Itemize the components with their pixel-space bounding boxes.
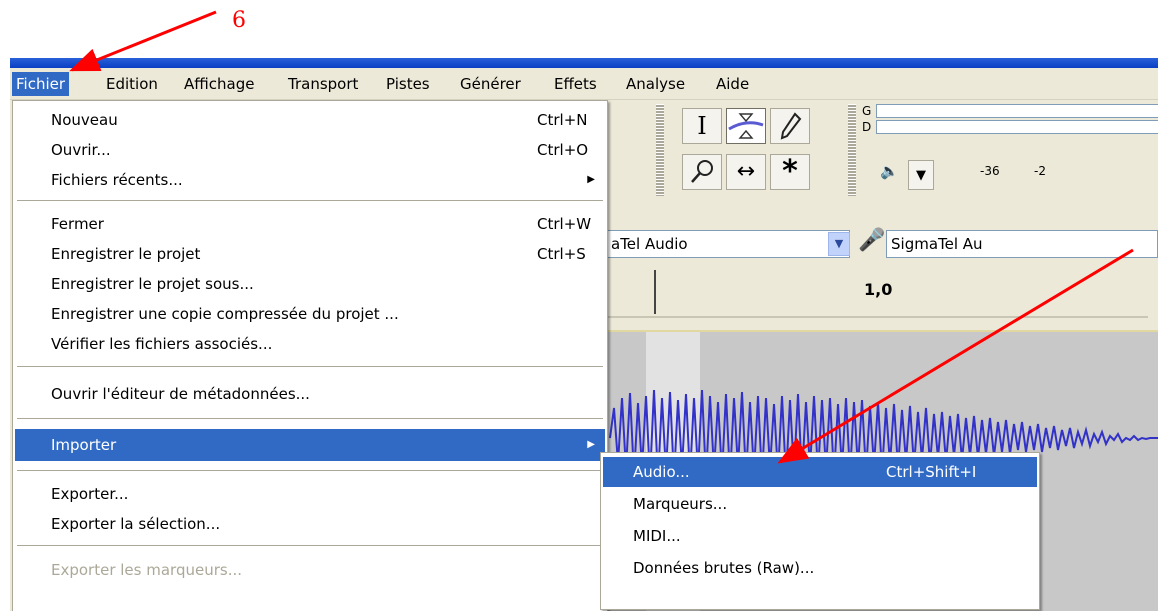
window-title-bar: [10, 58, 1158, 68]
menu-affichage[interactable]: Affichage: [180, 72, 258, 96]
envelope-icon: [728, 113, 764, 139]
menu-item-exporter[interactable]: Exporter...: [15, 479, 605, 509]
selection-tool-button[interactable]: I: [682, 108, 722, 144]
menu-item-label: Audio...: [633, 463, 690, 481]
envelope-tool-button[interactable]: [726, 108, 766, 144]
audacity-window: Fichier Edition Affichage Transport Pist…: [10, 68, 1158, 611]
menu-item-label: Ouvrir...: [51, 141, 111, 159]
menu-item-exporter-marqueurs: Exporter les marqueurs...: [15, 555, 605, 585]
menu-generer[interactable]: Générer: [456, 72, 525, 96]
meter-scale-2: -2: [1034, 164, 1046, 178]
menu-item-enregistrer[interactable]: Enregistrer le projet Ctrl+S: [15, 239, 605, 269]
menu-item-exporter-selection[interactable]: Exporter la sélection...: [15, 509, 605, 539]
meter-left-bar: [876, 104, 1158, 118]
menu-transport[interactable]: Transport: [284, 72, 362, 96]
menu-item-label: MIDI...: [633, 527, 681, 545]
menu-item-label: Enregistrer le projet sous...: [51, 275, 254, 293]
menu-pistes[interactable]: Pistes: [382, 72, 434, 96]
zoom-tool-button[interactable]: [682, 154, 722, 190]
multi-tool-button[interactable]: *: [770, 154, 810, 190]
menu-separator: [17, 366, 603, 368]
menu-item-ouvrir[interactable]: Ouvrir... Ctrl+O: [15, 135, 605, 165]
menu-item-nouveau[interactable]: Nouveau Ctrl+N: [15, 105, 605, 135]
menu-item-shortcut: Ctrl+O: [537, 141, 589, 159]
timeline-ruler[interactable]: 1,0: [600, 266, 1148, 318]
magnifier-icon: [691, 160, 713, 183]
speaker-icon[interactable]: 🔈: [880, 162, 899, 180]
menu-edition[interactable]: Edition: [102, 72, 162, 96]
menu-item-label: Exporter les marqueurs...: [51, 561, 243, 579]
timeshift-tool-button[interactable]: ↔: [726, 154, 766, 190]
menu-fichier[interactable]: Fichier: [12, 72, 70, 96]
playback-device-arrow[interactable]: ▼: [828, 232, 850, 256]
menu-item-label: Exporter la sélection...: [51, 515, 221, 533]
toolbar-grip[interactable]: [656, 104, 664, 196]
fichier-menu: Nouveau Ctrl+N Ouvrir... Ctrl+O Fichiers…: [12, 100, 608, 611]
menu-item-verifier[interactable]: Vérifier les fichiers associés...: [15, 329, 605, 359]
playback-device-select[interactable]: aTel Audio: [606, 230, 850, 258]
submenu-item-raw[interactable]: Données brutes (Raw)...: [603, 553, 1037, 583]
menu-separator: [17, 545, 603, 547]
menu-item-label: Nouveau: [51, 111, 118, 129]
submenu-item-midi[interactable]: MIDI...: [603, 521, 1037, 551]
annotation-label-6: 6: [232, 8, 246, 33]
menu-separator: [17, 418, 603, 420]
menu-item-label: Exporter...: [51, 485, 129, 503]
menu-item-label: Importer: [51, 436, 117, 454]
menu-effets[interactable]: Effets: [550, 72, 601, 96]
menu-item-label: Marqueurs...: [633, 495, 728, 513]
submenu-arrow-icon: ▶: [587, 174, 595, 185]
menu-item-metadonnees[interactable]: Ouvrir l'éditeur de métadonnées...: [15, 379, 605, 409]
submenu-arrow-icon: ▶: [587, 439, 595, 450]
meter-right-label: D: [862, 120, 872, 134]
menu-item-fermer[interactable]: Fermer Ctrl+W: [15, 209, 605, 239]
menu-separator: [17, 470, 603, 472]
menu-item-shortcut: Ctrl+N: [537, 111, 588, 129]
microphone-icon: 🎤: [858, 228, 886, 253]
menu-item-label: Ouvrir l'éditeur de métadonnées...: [51, 385, 310, 403]
submenu-item-marqueurs[interactable]: Marqueurs...: [603, 489, 1037, 519]
menu-item-shortcut: Ctrl+Shift+I: [886, 463, 977, 481]
pencil-icon: [780, 112, 802, 140]
menu-item-label: Vérifier les fichiers associés...: [51, 335, 273, 353]
menu-item-shortcut: Ctrl+W: [537, 215, 592, 233]
importer-submenu: Audio... Ctrl+Shift+I Marqueurs... MIDI.…: [600, 452, 1040, 610]
playhead-marker: [654, 270, 656, 314]
menu-item-enregistrer-copie[interactable]: Enregistrer une copie compressée du proj…: [15, 299, 605, 329]
menu-item-label: Enregistrer une copie compressée du proj…: [51, 305, 399, 323]
menu-item-shortcut: Ctrl+S: [537, 245, 586, 263]
menu-item-label: Fermer: [51, 215, 104, 233]
menu-item-label: Enregistrer le projet: [51, 245, 201, 263]
menu-separator: [17, 200, 603, 202]
volume-dropdown-button[interactable]: ▼: [908, 160, 934, 190]
menu-item-label: Données brutes (Raw)...: [633, 559, 815, 577]
meter-left-label: G: [862, 104, 872, 118]
meter-right-bar: [876, 120, 1158, 134]
menu-item-enregistrer-sous[interactable]: Enregistrer le projet sous...: [15, 269, 605, 299]
menu-item-label: Fichiers récents...: [51, 171, 183, 189]
menu-aide[interactable]: Aide: [712, 72, 753, 96]
ruler-mark: 1,0: [864, 280, 893, 299]
menu-item-importer[interactable]: Importer ▶: [15, 429, 605, 461]
meter-scale-36: -36: [980, 164, 1000, 178]
submenu-item-audio[interactable]: Audio... Ctrl+Shift+I: [603, 457, 1037, 487]
meter-grip[interactable]: [848, 104, 856, 196]
recording-device-select[interactable]: SigmaTel Au: [886, 230, 1158, 258]
menu-item-fichiers-recents[interactable]: Fichiers récents... ▶: [15, 165, 605, 195]
menu-analyse[interactable]: Analyse: [622, 72, 689, 96]
menu-bar: Fichier Edition Affichage Transport Pist…: [10, 68, 1158, 100]
draw-tool-button[interactable]: [770, 108, 810, 144]
